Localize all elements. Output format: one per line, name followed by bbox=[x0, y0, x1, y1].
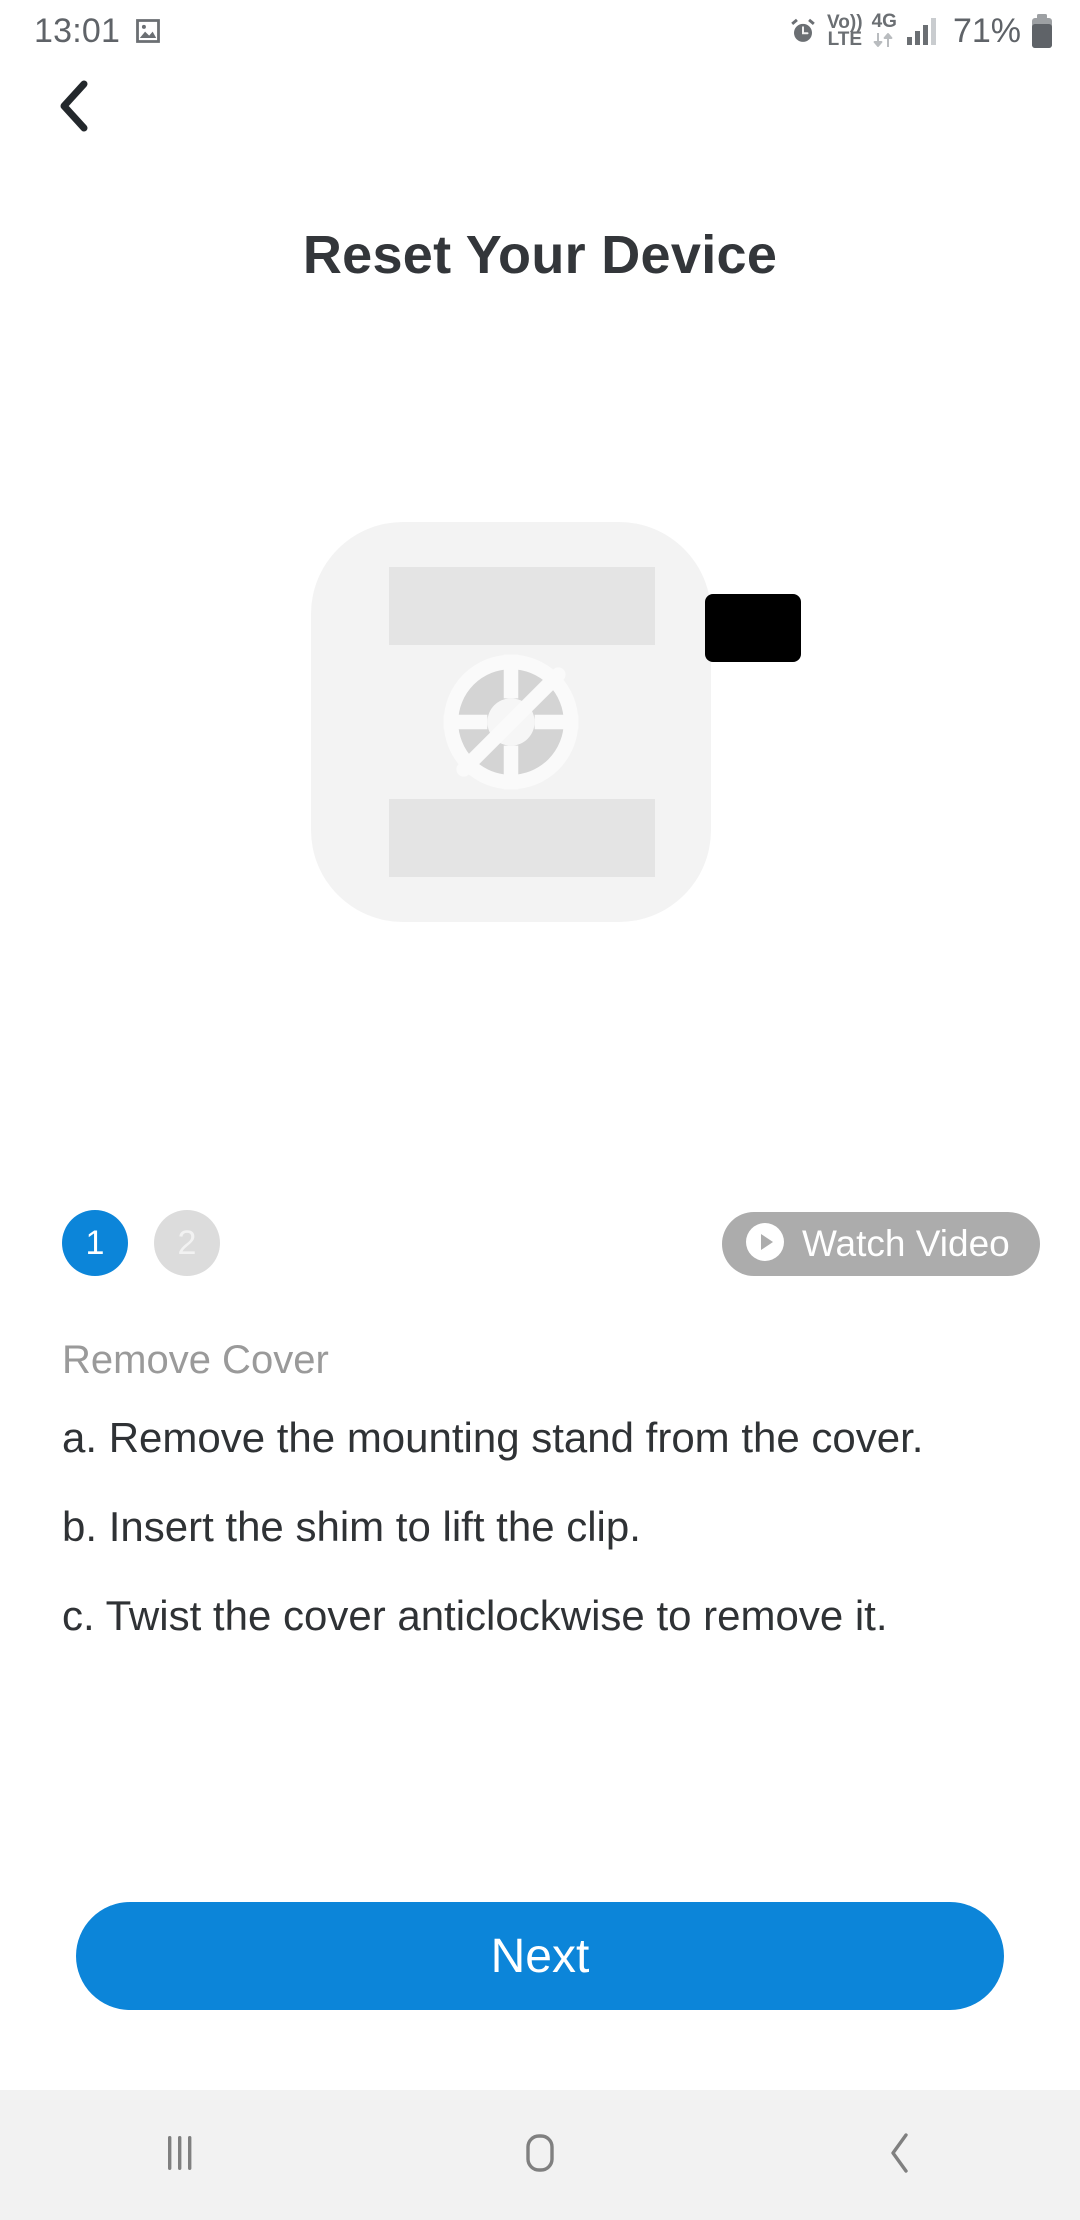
step-dot-1[interactable]: 1 bbox=[62, 1210, 128, 1276]
app-screen: 13:01 Vo)) LTE 4G 71% Reset Your Device … bbox=[0, 0, 1080, 2220]
back-button[interactable] bbox=[28, 62, 120, 154]
step-dots: 1 2 bbox=[62, 1210, 220, 1276]
status-bar-right: Vo)) LTE 4G 71% bbox=[788, 12, 1054, 51]
step-dot-2[interactable]: 2 bbox=[154, 1210, 220, 1276]
network-type-icon: 4G bbox=[872, 12, 897, 49]
home-icon bbox=[518, 2131, 562, 2180]
instruction-item-c: c. Twist the cover anticlockwise to remo… bbox=[62, 1592, 888, 1640]
instruction-item-b: b. Insert the shim to lift the clip. bbox=[62, 1503, 641, 1551]
status-bar: 13:01 Vo)) LTE 4G 71% bbox=[0, 0, 1080, 62]
back-icon bbox=[882, 2130, 918, 2181]
back-nav-button[interactable] bbox=[720, 2130, 1080, 2181]
image-placeholder-icon bbox=[311, 522, 711, 922]
step-dot-2-label: 2 bbox=[177, 1223, 197, 1262]
alarm-clock-icon bbox=[788, 16, 818, 46]
status-clock: 13:01 bbox=[34, 11, 121, 50]
home-button[interactable] bbox=[360, 2131, 720, 2180]
next-button[interactable]: Next bbox=[76, 1902, 1004, 2010]
play-circle-icon bbox=[744, 1221, 786, 1268]
image-icon bbox=[134, 17, 162, 45]
black-overlay-rect bbox=[705, 594, 801, 662]
device-image-area bbox=[0, 510, 1080, 930]
system-navigation-bar bbox=[0, 2090, 1080, 2220]
step-indicator-row: 1 2 Watch Video bbox=[0, 1196, 1080, 1300]
page-title: Reset Your Device bbox=[302, 225, 778, 285]
watch-video-button[interactable]: Watch Video bbox=[722, 1212, 1040, 1276]
loading-target-icon bbox=[420, 631, 602, 813]
volte-icon: Vo)) LTE bbox=[827, 11, 863, 50]
recents-icon bbox=[160, 2132, 200, 2179]
data-transfer-icon bbox=[872, 31, 896, 49]
step-dot-1-label: 1 bbox=[85, 1223, 105, 1262]
recents-button[interactable] bbox=[0, 2132, 360, 2179]
next-button-label: Next bbox=[490, 1929, 590, 1983]
instruction-item-a: a. Remove the mounting stand from the co… bbox=[62, 1414, 924, 1461]
battery-percent-label: 71% bbox=[952, 11, 1021, 50]
instruction-list: a. Remove the mounting stand from the co… bbox=[62, 1412, 992, 1680]
status-bar-left: 13:01 bbox=[34, 12, 162, 51]
watch-video-label: Watch Video bbox=[802, 1223, 1010, 1264]
battery-icon bbox=[1030, 14, 1054, 48]
chevron-left-icon bbox=[52, 78, 96, 139]
signal-bars-icon bbox=[906, 16, 940, 46]
instruction-subtitle: Remove Cover bbox=[62, 1338, 329, 1382]
